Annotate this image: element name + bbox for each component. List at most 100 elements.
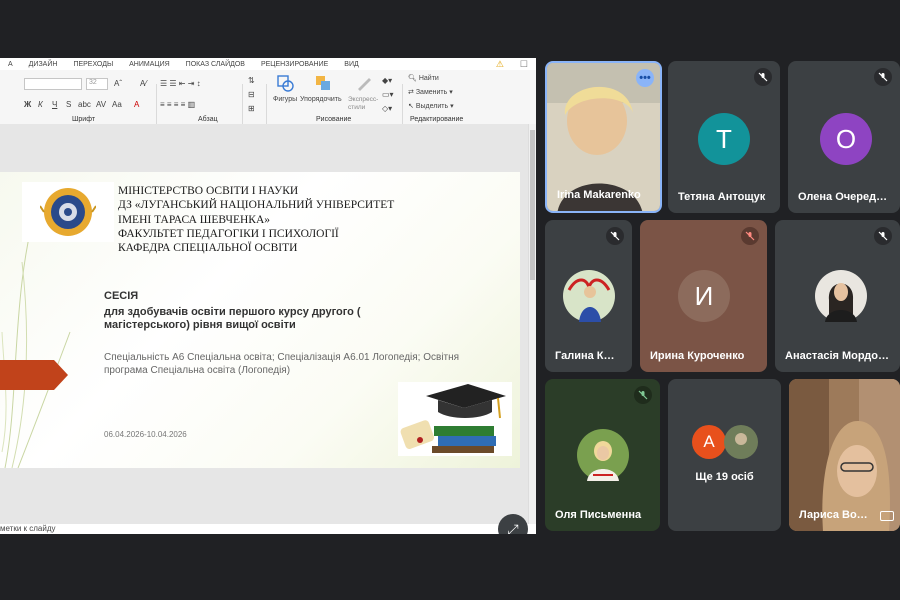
font-size-box[interactable]: 32 xyxy=(86,78,108,90)
strike-icon[interactable]: abc xyxy=(78,100,91,109)
participant-name: Олена Очеред… xyxy=(798,191,888,203)
group-editing-label: Редактирование xyxy=(410,116,464,123)
header-line: ІМЕНІ ТАРАСА ШЕВЧЕНКА» xyxy=(118,213,271,226)
group-drawing-label: Рисование xyxy=(316,116,352,123)
ministry-header: МІНІСТЕРСТВО ОСВІТИ І НАУКИ ДЗ «ЛУГАНСЬК… xyxy=(118,184,394,255)
arrange-icon[interactable] xyxy=(314,74,332,92)
participant-name: Ирина Куроченко xyxy=(650,350,745,362)
meeting-window: А ДИЗАЙН ПЕРЕХОДЫ АНИМАЦИЯ ПОКАЗ СЛАЙДОВ… xyxy=(0,0,900,600)
notes-bar[interactable]: метки к слайду xyxy=(0,524,536,534)
participant-tile-irina-makarenko[interactable]: ••• Irina Makarenko xyxy=(545,61,662,213)
university-logo xyxy=(22,182,114,242)
slide[interactable]: МІНІСТЕРСТВО ОСВІТИ І НАУКИ ДЗ «ЛУГАНСЬК… xyxy=(0,172,520,468)
mic-off-icon xyxy=(634,386,652,404)
quick-styles-label[interactable]: Экспресс-стили xyxy=(348,96,380,112)
participant-name: Галина К… xyxy=(555,350,615,362)
align-icons[interactable]: ≡ ≡ ≡ ≡ ▥ xyxy=(160,100,195,109)
participant-tile-anastasiia[interactable]: Анастасія Мордо… xyxy=(775,220,900,372)
powerpoint-menu-bar: А ДИЗАЙН ПЕРЕХОДЫ АНИМАЦИЯ ПОКАЗ СЛАЙДОВ… xyxy=(0,58,536,70)
find-label: Найти xyxy=(418,75,439,82)
participant-tile-tetiana[interactable]: Т Тетяна Антощук xyxy=(668,61,780,213)
avatar-photo xyxy=(577,429,629,481)
participant-name: Оля Письменна xyxy=(555,509,642,521)
text-direction-icon[interactable]: ⇅ xyxy=(248,76,255,85)
font-color-icon[interactable]: A xyxy=(134,100,139,109)
graduation-cap-image xyxy=(398,382,512,456)
align-text-icon[interactable]: ⊟ xyxy=(248,90,255,99)
select-button[interactable]: ↖ Выделить ▾ xyxy=(408,102,454,110)
shapes-icon[interactable] xyxy=(276,74,294,92)
quick-styles-icon[interactable] xyxy=(355,74,373,92)
select-icon: ↖ xyxy=(408,103,414,110)
participant-name: Irina Makarenko xyxy=(557,189,641,201)
menu-tab-animation[interactable]: АНИМАЦИЯ xyxy=(121,61,178,68)
participant-tile-olena[interactable]: О Олена Очеред… xyxy=(788,61,900,213)
participant-tile-olia[interactable]: Оля Письменна xyxy=(545,379,660,531)
font-name-box[interactable] xyxy=(24,78,82,90)
outline-icon[interactable]: ▭▾ xyxy=(382,90,394,99)
vertical-scrollbar[interactable] xyxy=(528,124,536,524)
menu-tab-design[interactable]: ДИЗАЙН xyxy=(21,61,66,68)
session-dates: 06.04.2026-10.04.2026 xyxy=(104,430,187,439)
mic-off-icon xyxy=(874,227,892,245)
header-line: ДЗ «ЛУГАНСЬКИЙ НАЦІОНАЛЬНИЙ УНІВЕРСИТЕТ xyxy=(118,199,395,212)
arrange-label[interactable]: Упорядочить xyxy=(300,96,342,103)
header-line: КАФЕДРА СПЕЦІАЛЬНОЇ ОСВІТИ xyxy=(118,242,298,255)
menu-tab-transitions[interactable]: ПЕРЕХОДЫ xyxy=(65,61,121,68)
menu-tab-slideshow[interactable]: ПОКАЗ СЛАЙДОВ xyxy=(178,61,253,68)
shapes-label[interactable]: Фигуры xyxy=(273,96,297,103)
avatar-photo xyxy=(815,270,867,322)
select-label: Выделить xyxy=(415,103,449,110)
menu-tab[interactable]: А xyxy=(0,61,21,68)
group-font-label: Шрифт xyxy=(72,116,96,123)
slide-workspace: МІНІСТЕРСТВО ОСВІТИ І НАУКИ ДЗ «ЛУГАНСЬК… xyxy=(0,124,528,524)
avatar-photo xyxy=(724,425,758,459)
warning-icon: ⚠ xyxy=(495,58,504,69)
header-line: ФАКУЛЬТЕТ ПЕДАГОГІКИ І ПСИХОЛОГІЇ xyxy=(118,227,339,240)
more-participants-label: Ще 19 осіб xyxy=(695,471,754,483)
participant-tile-halyna[interactable]: Галина К… xyxy=(545,220,632,372)
session-title: СЕСІЯ xyxy=(104,290,139,302)
mic-off-icon xyxy=(741,227,759,245)
participant-tile-larysa[interactable]: Лариса Во… xyxy=(789,379,900,531)
grow-font-icon[interactable]: Aˆ xyxy=(114,79,122,88)
mic-off-icon xyxy=(754,68,772,86)
find-button[interactable]: 🔍︎ Найти xyxy=(408,74,439,82)
scroll-thumb[interactable] xyxy=(530,130,535,280)
clear-format-icon[interactable]: A⁄ xyxy=(140,79,147,88)
shared-screen: А ДИЗАЙН ПЕРЕХОДЫ АНИМАЦИЯ ПОКАЗ СЛАЙДОВ… xyxy=(0,58,536,534)
replace-icon: ⇄ xyxy=(408,89,414,96)
notes-label: метки к слайду xyxy=(0,524,56,533)
session-subtitle: для здобувачів освіти першого курсу друг… xyxy=(104,306,361,331)
pip-icon[interactable] xyxy=(880,511,894,521)
effects-icon[interactable]: ◇▾ xyxy=(382,104,392,113)
mic-off-icon xyxy=(874,68,892,86)
bullets-icon[interactable]: ☰ ☰ ⇤ ⇥ ↕ xyxy=(160,79,201,88)
spacing-icon[interactable]: AV xyxy=(96,100,106,109)
more-participants-tile[interactable]: А Ще 19 осіб xyxy=(668,379,781,531)
avatar: И xyxy=(678,270,730,322)
more-options-icon[interactable]: ••• xyxy=(636,69,654,87)
group-paragraph-label: Абзац xyxy=(198,116,218,123)
participant-tile-iryna-kurochenko[interactable]: И Ирина Куроченко xyxy=(640,220,767,372)
arrow-shape xyxy=(0,360,68,390)
fill-icon[interactable]: ◆▾ xyxy=(382,76,392,85)
smartart-icon[interactable]: ⊞ xyxy=(248,104,255,113)
specialty-text: Спеціальність А6 Спеціальна освіта; Спец… xyxy=(104,352,460,376)
replace-label: Заменить xyxy=(415,89,448,96)
underline-icon[interactable]: Ч xyxy=(52,100,57,109)
italic-icon[interactable]: К xyxy=(38,100,43,109)
avatar-photo xyxy=(563,270,615,322)
menu-tab-view[interactable]: ВИД xyxy=(336,61,366,68)
participant-name: Анастасія Мордо… xyxy=(785,350,890,362)
avatar: Т xyxy=(698,113,750,165)
user-icon[interactable]: ☐ xyxy=(512,59,536,70)
case-icon[interactable]: Aa xyxy=(112,100,122,109)
header-line: МІНІСТЕРСТВО ОСВІТИ І НАУКИ xyxy=(118,185,299,197)
mic-off-icon xyxy=(606,227,624,245)
replace-button[interactable]: ⇄ Заменить ▾ xyxy=(408,88,453,96)
find-icon: 🔍︎ xyxy=(408,75,417,82)
bold-icon[interactable]: Ж xyxy=(24,100,31,109)
shadow-icon[interactable]: S xyxy=(66,100,71,109)
menu-tab-review[interactable]: РЕЦЕНЗИРОВАНИЕ xyxy=(253,61,336,68)
